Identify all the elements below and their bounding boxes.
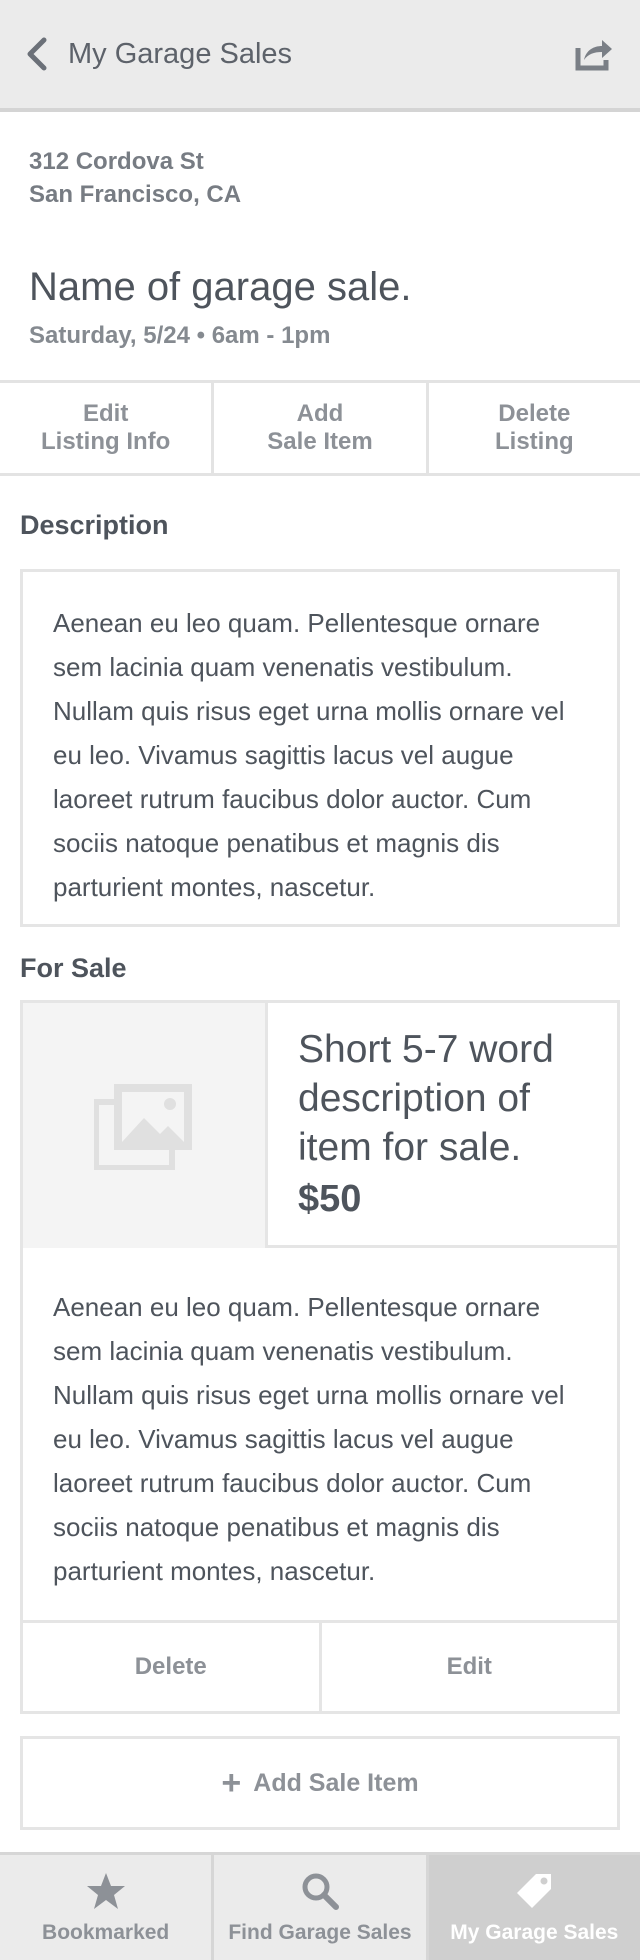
tab-bar: Bookmarked Find Garage Sales My Garage S… bbox=[0, 1852, 640, 1960]
for-sale-heading: For Sale bbox=[20, 953, 127, 983]
item-actions: Delete Edit bbox=[23, 1620, 617, 1711]
share-icon[interactable] bbox=[574, 32, 614, 72]
tab-find-garage-sales[interactable]: Find Garage Sales bbox=[211, 1855, 425, 1960]
tab-bookmarked[interactable]: Bookmarked bbox=[0, 1855, 211, 1960]
address-line-2: San Francisco, CA bbox=[29, 181, 242, 208]
tab-find-garage-sales-label: Find Garage Sales bbox=[228, 1920, 412, 1944]
delete-item-button[interactable]: Delete bbox=[23, 1623, 319, 1711]
listing-date: Saturday, 5/24 • 6am - 1pm bbox=[29, 322, 331, 349]
description-text: Aenean eu leo quam. Pellentesque ornare … bbox=[20, 569, 620, 927]
delete-listing-button[interactable]: Delete Listing bbox=[425, 383, 640, 473]
add-sale-item-button[interactable]: Add Sale Item bbox=[211, 383, 425, 473]
listing-title: Name of garage sale. bbox=[29, 265, 412, 309]
item-title: Short 5-7 word description of item for s… bbox=[298, 1028, 554, 1169]
edit-item-button[interactable]: Edit bbox=[318, 1623, 618, 1711]
listing-actions: Edit Listing Info Add Sale Item Delete L… bbox=[0, 380, 640, 476]
plus-icon: + bbox=[221, 1764, 242, 1802]
address-line-1: 312 Cordova St bbox=[29, 148, 204, 175]
star-icon bbox=[86, 1872, 125, 1909]
top-bar: My Garage Sales bbox=[0, 0, 640, 112]
edit-listing-button[interactable]: Edit Listing Info bbox=[0, 383, 211, 473]
search-icon bbox=[302, 1873, 339, 1910]
item-image-placeholder bbox=[23, 1003, 268, 1248]
listing-address: 312 Cordova St San Francisco, CA bbox=[29, 145, 241, 211]
sale-item-header: Short 5-7 word description of item for s… bbox=[23, 1003, 617, 1248]
description-heading: Description bbox=[20, 510, 169, 540]
tab-bookmarked-label: Bookmarked bbox=[42, 1920, 170, 1944]
add-sale-item-bottom-button[interactable]: + Add Sale Item bbox=[20, 1736, 620, 1830]
image-placeholder-icon bbox=[94, 1083, 192, 1170]
add-sale-item-label: Add Sale Item bbox=[253, 1768, 419, 1797]
back-label: My Garage Sales bbox=[68, 37, 293, 70]
item-price: $50 bbox=[298, 1178, 362, 1220]
chevron-left-icon bbox=[27, 37, 47, 71]
tag-icon bbox=[517, 1873, 552, 1908]
tab-my-garage-sales-label: My Garage Sales bbox=[450, 1920, 619, 1944]
sale-item-card: Short 5-7 word description of item for s… bbox=[20, 1000, 620, 1714]
item-description: Aenean eu leo quam. Pellentesque ornare … bbox=[53, 1292, 565, 1586]
tab-my-garage-sales[interactable]: My Garage Sales bbox=[425, 1855, 640, 1960]
back-button[interactable]: My Garage Sales bbox=[24, 32, 292, 76]
